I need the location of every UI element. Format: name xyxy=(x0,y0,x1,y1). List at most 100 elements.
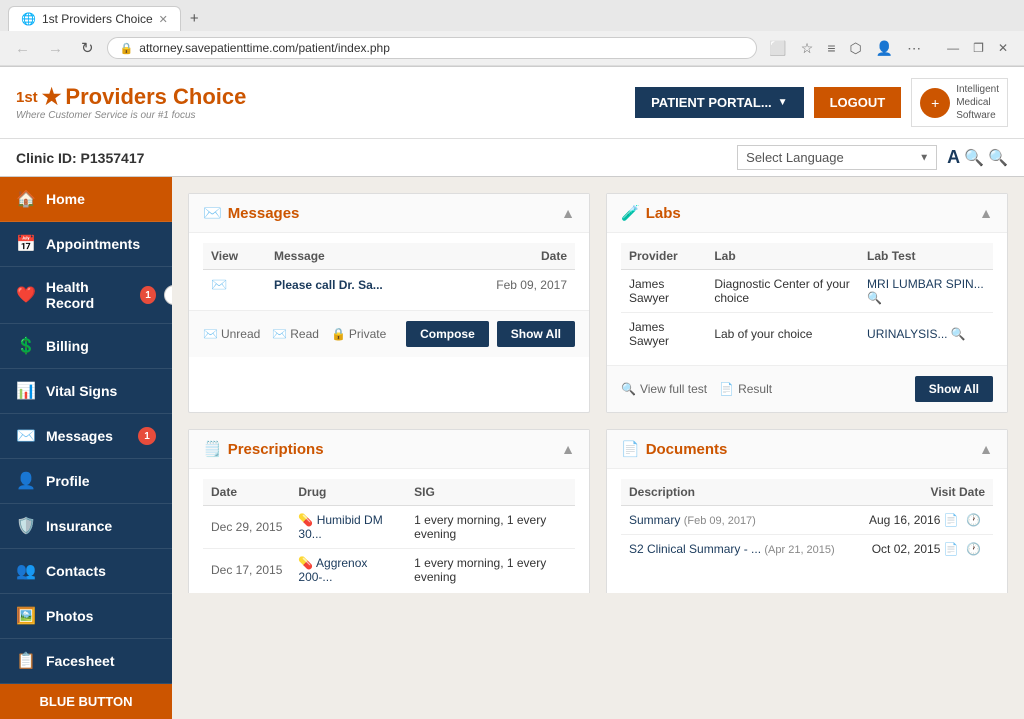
search-icon-1[interactable]: 🔍 xyxy=(964,148,984,168)
messages-card-footer: ✉️ Unread ✉️ Read 🔒 Private Compose xyxy=(189,310,589,357)
refresh-btn[interactable]: ↻ xyxy=(76,37,99,59)
presc-col-sig: SIG xyxy=(406,479,575,506)
browser-chrome: 🌐 1st Providers Choice ✕ + ← → ↻ 🔒 attor… xyxy=(0,0,1024,67)
sidebar-item-facesheet[interactable]: 📋 Facesheet xyxy=(0,639,172,684)
doc-clock-icon-2[interactable]: 🕐 xyxy=(966,542,981,556)
messages-show-all-button[interactable]: Show All xyxy=(497,321,575,347)
logout-button[interactable]: LOGOUT xyxy=(814,87,902,118)
view-full-test-link[interactable]: 🔍 View full test xyxy=(621,382,707,396)
language-selector-wrapper[interactable]: Select Language English Spanish French xyxy=(737,145,937,170)
sidebar-item-vital-signs[interactable]: 📊 Vital Signs xyxy=(0,369,172,414)
sidebar-label-health-record: Health Record xyxy=(46,279,130,311)
message-text[interactable]: Please call Dr. Sa... xyxy=(266,270,448,301)
logo-star: ★ xyxy=(42,84,62,110)
browser-nav-bar: ← → ↻ 🔒 attorney.savepatienttime.com/pat… xyxy=(0,31,1024,66)
private-filter[interactable]: 🔒 Private xyxy=(331,327,386,341)
lab-name-1: Diagnostic Center of your choice xyxy=(706,270,859,313)
account-btn[interactable]: 👤 xyxy=(872,38,897,59)
menu-btn[interactable]: ≡ xyxy=(823,38,839,59)
lab-test-2[interactable]: URINALYSIS... 🔍 xyxy=(859,313,993,356)
tab-close-btn[interactable]: ✕ xyxy=(159,13,168,26)
cast-btn[interactable]: ⬡ xyxy=(846,38,866,59)
doc-date-label-1: (Feb 09, 2017) xyxy=(684,515,756,527)
ims-icon: + xyxy=(920,88,950,118)
presc-drug-2[interactable]: 💊 Aggrenox 200-... xyxy=(290,549,406,592)
documents-title-text: Documents xyxy=(646,441,728,458)
doc-file-icon-1[interactable]: 📄 xyxy=(944,513,959,527)
logo-main: Providers Choice xyxy=(65,84,246,110)
sidebar-item-home[interactable]: 🏠 Home xyxy=(0,177,172,222)
blue-button[interactable]: BLUE BUTTON xyxy=(0,684,172,719)
sidebar-item-appointments[interactable]: 📅 Appointments xyxy=(0,222,172,267)
messages-card: ✉️ Messages ▲ View Message Date xyxy=(188,193,590,413)
search-icon-small: 🔍 xyxy=(621,382,636,396)
close-btn[interactable]: ✕ xyxy=(992,39,1014,57)
read-icon: ✉️ xyxy=(272,327,287,341)
presc-sig-2: 1 every morning, 1 every evening xyxy=(406,549,575,592)
message-link[interactable]: Please call Dr. Sa... xyxy=(274,278,383,292)
compose-button[interactable]: Compose xyxy=(406,321,489,347)
clinic-bar-right: Select Language English Spanish French A… xyxy=(737,145,1008,170)
new-tab-btn[interactable]: + xyxy=(185,8,204,29)
minimize-btn[interactable]: — xyxy=(941,39,965,57)
sidebar-item-health-record[interactable]: ❤️ Health Record 1 ‹ xyxy=(0,267,172,324)
result-link[interactable]: 📄 Result xyxy=(719,382,772,396)
sidebar-item-photos[interactable]: 🖼️ Photos xyxy=(0,594,172,639)
search-icon-2[interactable]: 🔍 xyxy=(988,148,1008,168)
table-row: S2 Clinical Summary - ... (Apr 21, 2015)… xyxy=(621,535,993,564)
sidebar-item-insurance[interactable]: 🛡️ Insurance xyxy=(0,504,172,549)
sidebar-label-insurance: Insurance xyxy=(46,518,112,534)
prescriptions-card-header: 🗒️ Prescriptions ▲ xyxy=(189,430,589,469)
forward-btn[interactable]: → xyxy=(43,38,68,59)
prescriptions-collapse-btn[interactable]: ▲ xyxy=(561,441,575,457)
sidebar-label-facesheet: Facesheet xyxy=(46,653,114,669)
bookmarks-btn[interactable]: ⬜ xyxy=(765,38,790,59)
messages-card-title: ✉️ Messages xyxy=(203,204,299,222)
patient-portal-button[interactable]: PATIENT PORTAL... ▼ xyxy=(635,87,804,118)
messages-table: View Message Date ✉️ Please call Dr. Sa.… xyxy=(203,243,575,300)
doc-summary-link-2[interactable]: S2 Clinical Summary - ... xyxy=(629,542,764,556)
presc-date-2: Dec 17, 2015 xyxy=(203,549,290,592)
doc-clock-icon-1[interactable]: 🕐 xyxy=(966,513,981,527)
more-btn[interactable]: ⋯ xyxy=(903,38,925,59)
address-bar[interactable]: 🔒 attorney.savepatienttime.com/patient/i… xyxy=(107,37,758,59)
star-btn[interactable]: ☆ xyxy=(797,38,818,59)
read-filter[interactable]: ✉️ Read xyxy=(272,327,319,341)
maximize-btn[interactable]: ❐ xyxy=(967,39,990,57)
sidebar-collapse-btn[interactable]: ‹ xyxy=(164,285,172,305)
url-text: attorney.savepatienttime.com/patient/ind… xyxy=(139,41,390,55)
ims-text: Intelligent Medical Software xyxy=(956,83,999,122)
doc-summary-link-1[interactable]: Summary xyxy=(629,513,684,527)
documents-collapse-btn[interactable]: ▲ xyxy=(979,441,993,457)
prescriptions-card-title: 🗒️ Prescriptions xyxy=(203,440,324,458)
messages-show-all-label: Show All xyxy=(511,327,561,341)
messages-title-text: Messages xyxy=(228,205,300,222)
labs-col-provider: Provider xyxy=(621,243,706,270)
lab-test-1[interactable]: MRI LUMBAR SPIN... 🔍 xyxy=(859,270,993,313)
documents-card-header: 📄 Documents ▲ xyxy=(607,430,1007,469)
sidebar-item-messages[interactable]: ✉️ Messages 1 xyxy=(0,414,172,459)
browser-tab[interactable]: 🌐 1st Providers Choice ✕ xyxy=(8,6,181,31)
doc-description-1[interactable]: Summary (Feb 09, 2017) xyxy=(621,506,854,535)
message-date: Feb 09, 2017 xyxy=(448,270,575,301)
table-row: Dec 29, 2015 💊 Humibid DM 30... 1 every … xyxy=(203,506,575,549)
sidebar-label-photos: Photos xyxy=(46,608,93,624)
accessibility-icon[interactable]: A xyxy=(947,147,960,168)
sidebar-item-billing[interactable]: 💲 Billing xyxy=(0,324,172,369)
doc-col-description: Description xyxy=(621,479,854,506)
back-btn[interactable]: ← xyxy=(10,38,35,59)
health-record-icon: ❤️ xyxy=(16,285,36,305)
unread-filter[interactable]: ✉️ Unread xyxy=(203,327,260,341)
presc-col-date: Date xyxy=(203,479,290,506)
labs-collapse-btn[interactable]: ▲ xyxy=(979,205,993,221)
labs-show-all-button[interactable]: Show All xyxy=(915,376,993,402)
language-select[interactable]: Select Language English Spanish French xyxy=(737,145,937,170)
doc-description-2[interactable]: S2 Clinical Summary - ... (Apr 21, 2015) xyxy=(621,535,854,564)
sidebar-item-profile[interactable]: 👤 Profile xyxy=(0,459,172,504)
messages-col-message: Message xyxy=(266,243,448,270)
clinic-id-label: Clinic ID: P1357417 xyxy=(16,150,144,166)
sidebar-item-contacts[interactable]: 👥 Contacts xyxy=(0,549,172,594)
doc-file-icon-2[interactable]: 📄 xyxy=(944,542,959,556)
presc-drug-1[interactable]: 💊 Humibid DM 30... xyxy=(290,506,406,549)
messages-collapse-btn[interactable]: ▲ xyxy=(561,205,575,221)
